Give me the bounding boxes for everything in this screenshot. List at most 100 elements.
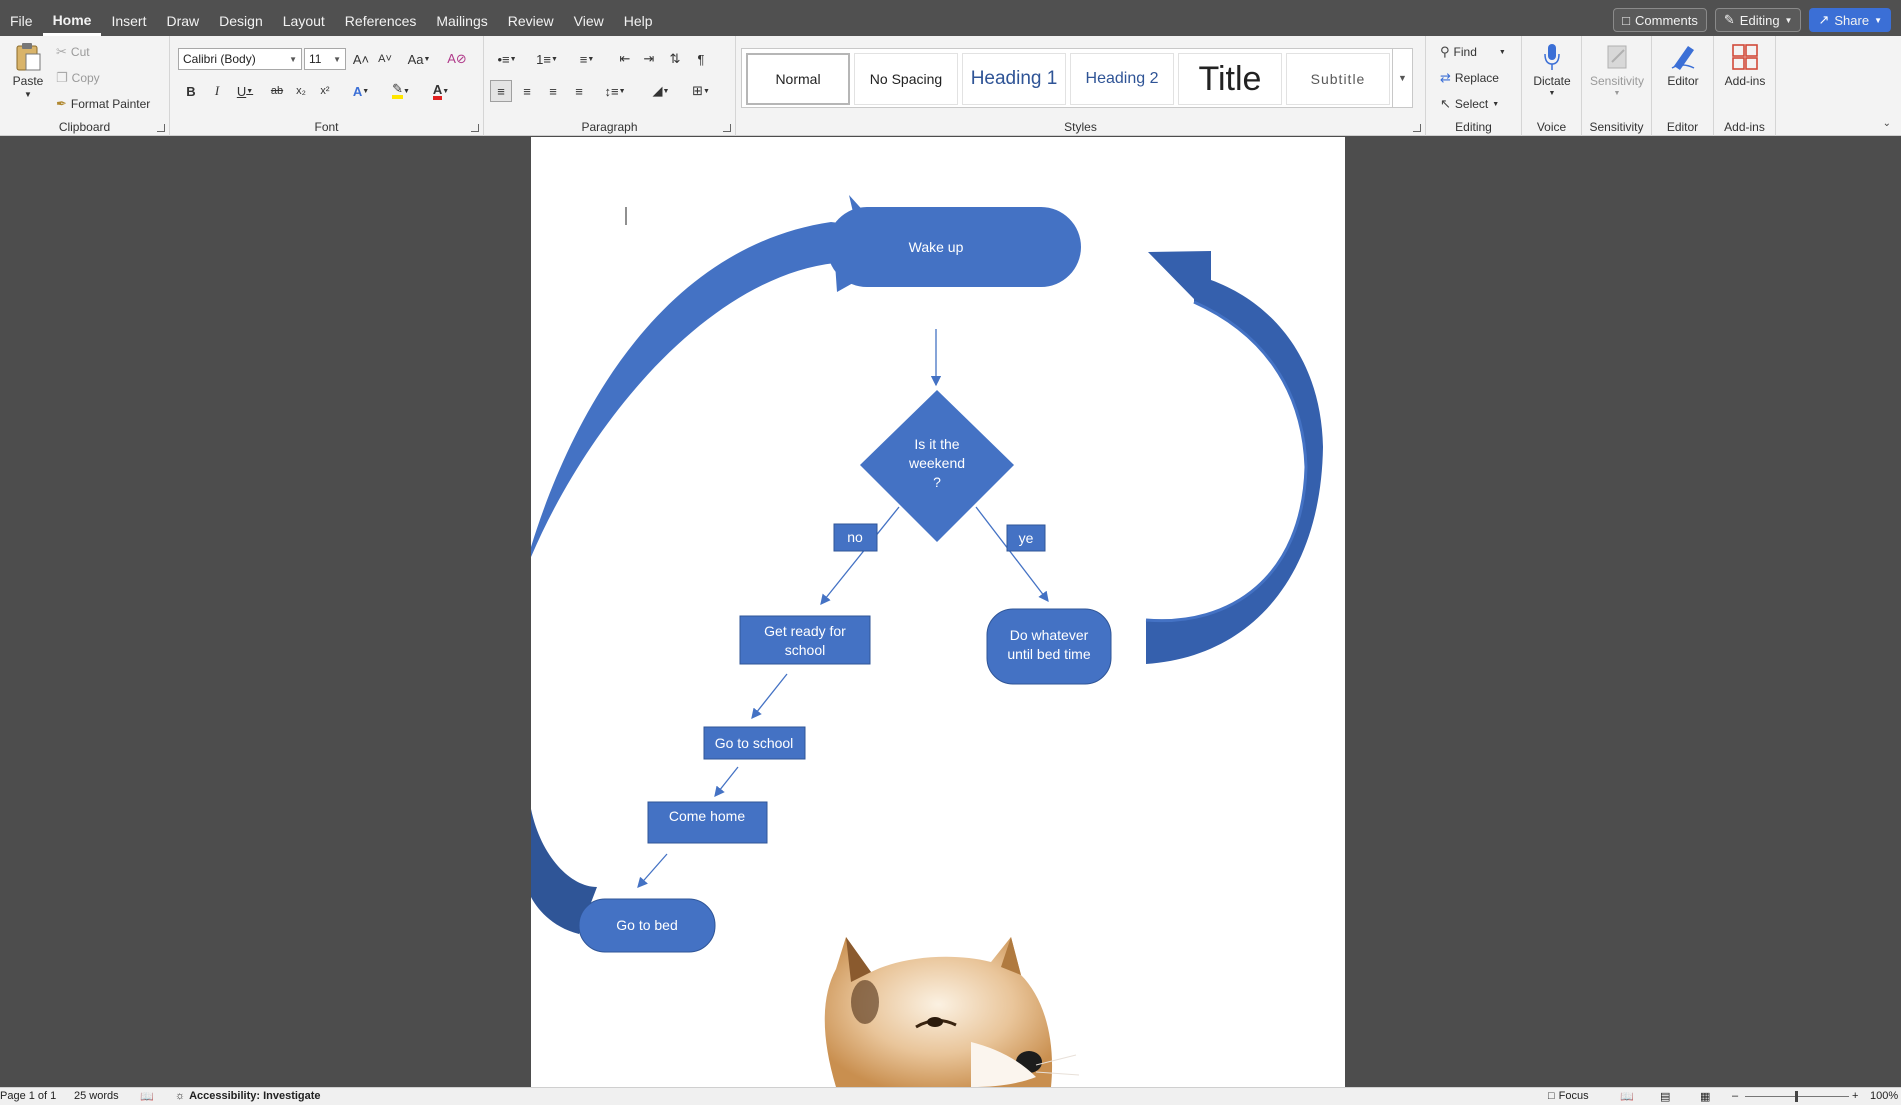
style-subtitle[interactable]: Subtitle xyxy=(1286,53,1390,105)
copy-button[interactable]: ❐ Copy xyxy=(56,70,100,86)
tab-review[interactable]: Review xyxy=(498,0,564,36)
tab-file[interactable]: File xyxy=(0,0,43,36)
menu-tab-bar: File Home Insert Draw Design Layout Refe… xyxy=(0,0,1901,36)
style-heading-2[interactable]: Heading 2 xyxy=(1070,53,1174,105)
font-color-button[interactable]: A ▼ xyxy=(426,80,456,102)
multilevel-list-button[interactable]: ≡ ▼ xyxy=(570,48,604,70)
cut-button[interactable]: ✂ Cut xyxy=(56,44,90,60)
clear-formatting-button[interactable]: A⊘ xyxy=(446,48,468,70)
align-right-button[interactable]: ≡ xyxy=(542,80,564,102)
sort-button[interactable]: ⇅ xyxy=(664,48,686,70)
tab-insert[interactable]: Insert xyxy=(101,0,156,36)
decrease-indent-button[interactable]: ⇤ xyxy=(614,48,636,70)
tab-layout[interactable]: Layout xyxy=(273,0,335,36)
italic-button[interactable]: I xyxy=(206,80,228,102)
web-layout-button[interactable]: ▦ xyxy=(1700,1090,1710,1103)
editing-mode-label: Editing xyxy=(1739,12,1780,28)
editor-group-label: Editor xyxy=(1666,120,1699,134)
replace-button[interactable]: ⇄ Replace xyxy=(1440,70,1499,86)
select-button[interactable]: ↖ Select ▼ xyxy=(1440,96,1499,112)
styles-dialog-launcher[interactable] xyxy=(1413,124,1421,132)
document-page[interactable]: Wake up Is it the weekend ? no ye Get re… xyxy=(531,137,1345,1087)
tab-view[interactable]: View xyxy=(564,0,614,36)
chevron-down-icon: ▼ xyxy=(1492,100,1500,108)
sensitivity-label-icon xyxy=(1607,45,1627,69)
tab-draw[interactable]: Draw xyxy=(156,0,209,36)
format-painter-button[interactable]: ✒ Format Painter xyxy=(56,96,150,112)
bullets-button[interactable]: •≡ ▼ xyxy=(490,48,524,70)
style-normal[interactable]: Normal xyxy=(746,53,850,105)
paragraph-dialog-launcher[interactable] xyxy=(723,124,731,132)
change-case-button[interactable]: Aa ▼ xyxy=(404,48,434,70)
find-button[interactable]: ⚲ Find ▼ xyxy=(1440,44,1506,60)
underline-button[interactable]: U ▼ xyxy=(230,80,260,102)
decision-text-line1: Is it the xyxy=(914,436,959,452)
editing-mode-button[interactable]: ✎ Editing ▼ xyxy=(1714,8,1802,32)
read-mode-button[interactable]: 📖 xyxy=(1620,1090,1634,1103)
subscript-button[interactable]: x₂ xyxy=(290,80,312,102)
shading-button[interactable]: ◢ ▼ xyxy=(644,80,678,102)
superscript-button[interactable]: x² xyxy=(314,80,336,102)
zoom-slider-thumb[interactable] xyxy=(1795,1091,1798,1102)
style-no-spacing[interactable]: No Spacing xyxy=(854,53,958,105)
tab-design[interactable]: Design xyxy=(209,0,273,36)
borders-icon: ⊞ xyxy=(692,83,703,98)
paste-button[interactable]: Paste ▼ xyxy=(10,42,46,99)
paste-label: Paste xyxy=(12,74,44,88)
grow-font-button[interactable]: A˄ xyxy=(350,48,372,70)
sensitivity-button[interactable]: Sensitivity ▼ xyxy=(1588,42,1646,97)
focus-mode-button[interactable]: □ Focus xyxy=(1548,1090,1589,1102)
font-dialog-launcher[interactable] xyxy=(471,124,479,132)
zoom-level[interactable]: 100% xyxy=(1870,1090,1898,1102)
style-heading-1[interactable]: Heading 1 xyxy=(962,53,1066,105)
style-title[interactable]: Title xyxy=(1178,53,1282,105)
proofing-book-icon: 📖 xyxy=(140,1091,154,1103)
bold-button[interactable]: B xyxy=(180,80,202,102)
print-layout-button[interactable]: ▤ xyxy=(1660,1090,1670,1103)
editor-button[interactable]: Editor xyxy=(1660,42,1706,88)
accessibility-button[interactable]: ☼ Accessibility: Investigate xyxy=(175,1090,321,1102)
font-color-icon: A xyxy=(432,83,443,100)
comments-button[interactable]: □ Comments xyxy=(1613,8,1707,32)
proofing-status-button[interactable]: 📖 xyxy=(140,1090,154,1103)
justify-button[interactable]: ≡ xyxy=(568,80,590,102)
styles-gallery-more-button[interactable]: ▼ xyxy=(1392,49,1412,107)
page-count[interactable]: Page 1 of 1 xyxy=(0,1090,56,1102)
dictate-button[interactable]: Dictate ▼ xyxy=(1530,42,1574,97)
tab-mailings[interactable]: Mailings xyxy=(426,0,497,36)
go-to-school-text: Go to school xyxy=(715,735,794,751)
collapse-ribbon-button[interactable]: ⌄ xyxy=(1883,118,1891,129)
styles-gallery: Normal No Spacing Heading 1 Heading 2 Ti… xyxy=(741,48,1413,108)
show-formatting-marks-button[interactable]: ¶ xyxy=(690,48,712,70)
cut-label: Cut xyxy=(70,45,90,59)
shrink-font-button[interactable]: A˅ xyxy=(374,48,396,70)
increase-indent-button[interactable]: ⇥ xyxy=(638,48,660,70)
chevron-down-icon: ▼ xyxy=(1613,90,1621,97)
word-count[interactable]: 25 words xyxy=(74,1090,119,1102)
align-left-button[interactable]: ≡ xyxy=(490,80,512,102)
tab-home[interactable]: Home xyxy=(42,0,102,36)
line-spacing-button[interactable]: ↕≡ ▼ xyxy=(598,80,632,102)
increase-indent-icon: ⇥ xyxy=(643,51,655,66)
align-center-button[interactable]: ≡ xyxy=(516,80,538,102)
tab-help[interactable]: Help xyxy=(614,0,663,36)
strikethrough-icon: ab xyxy=(270,85,284,97)
zoom-in-button[interactable]: + xyxy=(1852,1090,1858,1102)
numbering-button[interactable]: 1≡ ▼ xyxy=(530,48,564,70)
font-group: Calibri (Body) ▼ 11 ▼ A˄ A˅ Aa ▼ A⊘ B I U… xyxy=(170,36,484,136)
chevron-down-icon: ▼ xyxy=(1784,15,1793,25)
tab-references[interactable]: References xyxy=(335,0,427,36)
font-size-dropdown[interactable]: 11 ▼ xyxy=(304,48,346,70)
addins-button[interactable]: Add-ins xyxy=(1720,42,1770,88)
addins-button-label: Add-ins xyxy=(1724,74,1766,88)
clipboard-dialog-launcher[interactable] xyxy=(157,124,165,132)
dictate-label: Dictate xyxy=(1533,74,1571,88)
highlight-color-button[interactable]: ✎ ▼ xyxy=(386,80,416,102)
font-name-dropdown[interactable]: Calibri (Body) ▼ xyxy=(178,48,302,70)
shiba-dog-image[interactable] xyxy=(824,937,1080,1087)
zoom-out-button[interactable]: – xyxy=(1732,1090,1738,1102)
borders-button[interactable]: ⊞ ▼ xyxy=(684,80,718,102)
strikethrough-button[interactable]: ab xyxy=(266,80,288,102)
text-effects-button[interactable]: A ▼ xyxy=(346,80,376,102)
share-button[interactable]: ↗ Share ▼ xyxy=(1809,8,1891,32)
